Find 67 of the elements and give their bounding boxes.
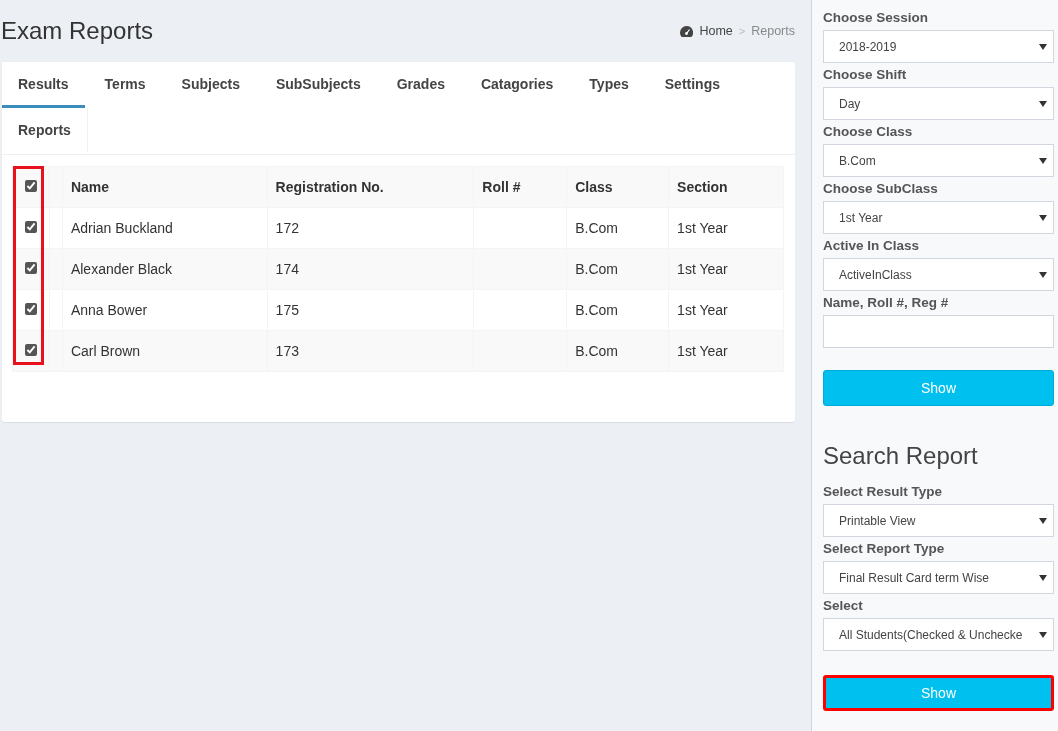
caret-icon (1039, 517, 1047, 524)
field-label: Select Report Type (823, 541, 946, 556)
dropdown-select[interactable]: ActiveInClass (823, 258, 1054, 291)
table-cell: 172 (267, 207, 474, 249)
column-header: Name (62, 166, 268, 208)
tab[interactable]: Types (573, 62, 645, 108)
row-checkbox[interactable] (24, 344, 37, 356)
table-cell: 173 (267, 330, 474, 372)
table-cell: 1st Year (668, 207, 784, 249)
field-label: Name, Roll #, Reg # (823, 295, 950, 310)
column-header: Registration No. (267, 166, 474, 208)
tab[interactable]: Reports (2, 108, 88, 154)
column-header: Section (668, 166, 784, 208)
tab[interactable]: Results (2, 62, 85, 108)
column-header: Roll # (473, 166, 567, 208)
tab[interactable]: Grades (380, 62, 461, 108)
table-cell: Anna Bower (62, 289, 268, 331)
table-cell: B.Com (566, 330, 669, 372)
dropdown-select[interactable]: B.Com (823, 144, 1054, 177)
table-cell: 1st Year (668, 248, 784, 290)
caret-icon (1039, 631, 1047, 638)
dropdown-select[interactable]: Day (823, 87, 1054, 120)
row-checkbox[interactable] (24, 262, 37, 274)
row-checkbox[interactable] (24, 303, 37, 315)
table-cell: 1st Year (668, 330, 784, 372)
table-cell: 174 (267, 248, 474, 290)
dropdown-select[interactable]: Final Result Card term Wise (823, 561, 1054, 594)
tab[interactable]: Terms (88, 62, 162, 108)
caret-icon (1039, 100, 1047, 107)
field-label: Select (823, 598, 864, 613)
caret-icon (1039, 574, 1047, 581)
table-cell: Alexander Black (62, 248, 268, 290)
tab[interactable]: Settings (648, 62, 736, 108)
tab[interactable]: SubSubjects (259, 62, 377, 108)
caret-icon (1039, 157, 1047, 164)
field-label: Active In Class (823, 238, 921, 253)
dropdown-select[interactable]: Printable View (823, 504, 1054, 537)
tab[interactable]: Subjects (165, 62, 256, 108)
field-label: Choose Shift (823, 67, 908, 82)
dropdown-select[interactable]: 2018-2019 (823, 30, 1054, 63)
section-heading: Search Report (823, 442, 979, 470)
field-label: Choose Session (823, 10, 930, 25)
breadcrumb-current: Reports (751, 24, 795, 38)
breadcrumb-link[interactable]: Home (699, 24, 733, 38)
caret-icon (1039, 271, 1047, 278)
table-cell: B.Com (566, 289, 669, 331)
breadcrumb-separator: > (738, 25, 746, 37)
caret-icon (1039, 43, 1047, 50)
column-header: Class (566, 166, 669, 208)
table-cell: B.Com (566, 207, 669, 249)
dropdown-select[interactable]: 1st Year (823, 201, 1054, 234)
search-input-field[interactable] (823, 315, 1054, 348)
select-all-checkbox[interactable] (24, 180, 37, 192)
table-cell: B.Com (566, 248, 669, 290)
table-cell: Carl Brown (62, 330, 268, 372)
caret-icon (1039, 214, 1047, 221)
tab[interactable]: Catagories (464, 62, 570, 108)
field-label: Choose Class (823, 124, 914, 139)
table-cell: 175 (267, 289, 474, 331)
field-label: Choose SubClass (823, 181, 939, 196)
field-label: Select Result Type (823, 484, 944, 499)
table-cell: 1st Year (668, 289, 784, 331)
table-cell: Adrian Buckland (62, 207, 268, 249)
dashboard-icon (680, 25, 694, 37)
row-checkbox[interactable] (24, 221, 37, 233)
page-title: Exam Reports (1, 17, 154, 45)
dropdown-select[interactable]: All Students(Checked & Unchecke (823, 618, 1054, 651)
